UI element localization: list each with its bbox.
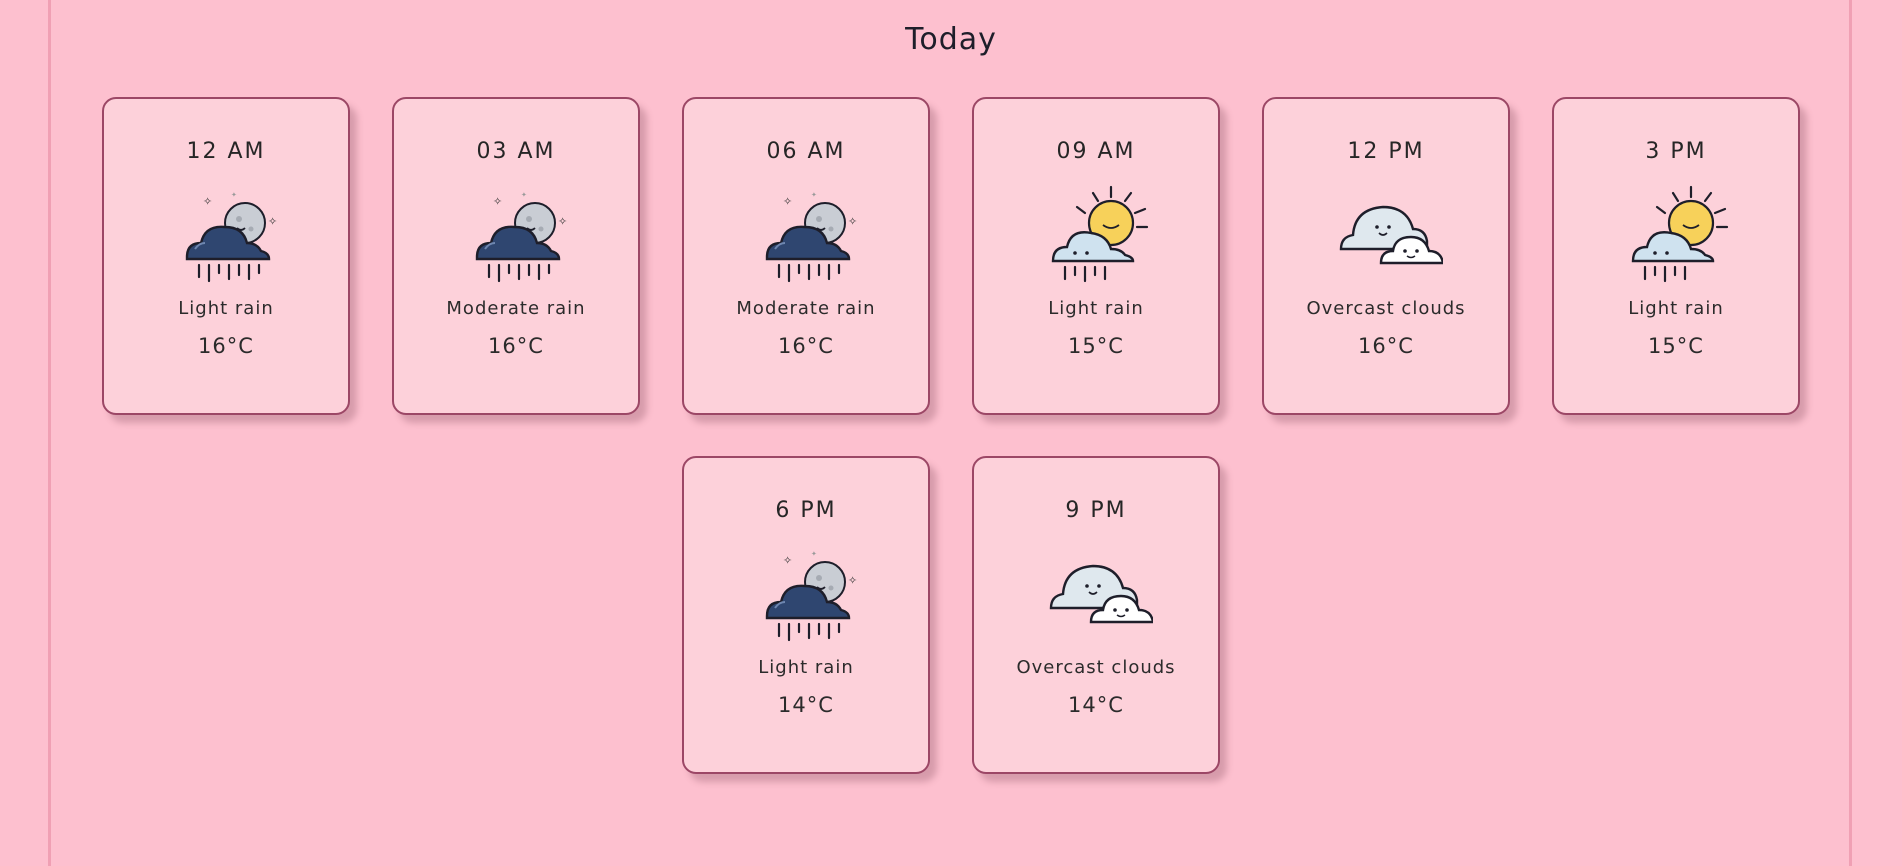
- night-rain-icon: [765, 548, 859, 642]
- forecast-card: 3 PM Light rain 15°C: [1552, 97, 1800, 415]
- night-rain-icon: [475, 189, 569, 283]
- forecast-temperature: 14°C: [1068, 693, 1124, 717]
- forecast-card: 6 PM Light rain 14°C: [682, 456, 930, 774]
- forecast-description: Light rain: [1628, 298, 1724, 319]
- forecast-temperature: 15°C: [1068, 334, 1124, 358]
- forecast-description: Moderate rain: [446, 298, 586, 319]
- sun-rain-icon: [1631, 185, 1729, 283]
- forecast-time: 06 AM: [766, 139, 846, 164]
- forecast-time: 6 PM: [775, 498, 837, 523]
- forecast-description: Light rain: [758, 657, 854, 678]
- forecast-temperature: 15°C: [1648, 334, 1704, 358]
- forecast-description: Light rain: [1048, 298, 1144, 319]
- forecast-card: 06 AM Moderate rain 16°C: [682, 97, 930, 415]
- forecast-temperature: 16°C: [778, 334, 834, 358]
- forecast-card: 03 AM Moderate rain 16°C: [392, 97, 640, 415]
- forecast-card: 12 PM Overcast clouds 16°C: [1262, 97, 1510, 415]
- page-title: Today: [905, 22, 997, 57]
- forecast-time: 09 AM: [1056, 139, 1136, 164]
- forecast-description: Light rain: [178, 298, 274, 319]
- forecast-temperature: 14°C: [778, 693, 834, 717]
- forecast-time: 3 PM: [1645, 139, 1707, 164]
- forecast-card: 9 PM Overcast clouds 14°C: [972, 456, 1220, 774]
- forecast-card: 12 AM Light rain 16°C: [102, 97, 350, 415]
- forecast-description: Overcast clouds: [1306, 298, 1466, 319]
- forecast-time: 03 AM: [476, 139, 556, 164]
- forecast-temperature: 16°C: [488, 334, 544, 358]
- forecast-description: Overcast clouds: [1016, 657, 1176, 678]
- forecast-description: Moderate rain: [736, 298, 876, 319]
- forecast-card: 09 AM Light rain 15°C: [972, 97, 1220, 415]
- forecast-temperature: 16°C: [1358, 334, 1414, 358]
- sun-rain-icon: [1051, 185, 1149, 283]
- forecast-time: 9 PM: [1065, 498, 1127, 523]
- night-rain-icon: [765, 189, 859, 283]
- forecast-time: 12 PM: [1347, 139, 1425, 164]
- forecast-temperature: 16°C: [198, 334, 254, 358]
- night-rain-icon: [185, 189, 279, 283]
- overcast-clouds-icon: [1339, 205, 1443, 265]
- forecast-time: 12 AM: [186, 139, 266, 164]
- overcast-clouds-icon: [1049, 564, 1153, 624]
